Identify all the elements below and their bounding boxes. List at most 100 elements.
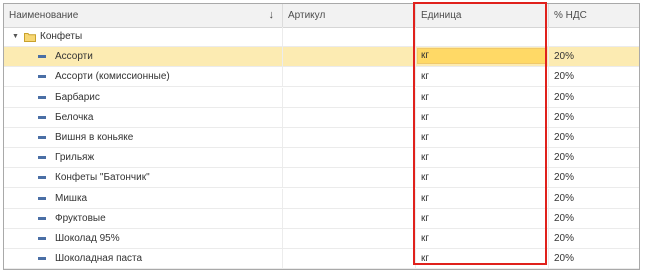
item-icon [38,115,46,119]
vat-value: 20% [554,192,575,204]
article-cell[interactable] [283,188,416,208]
column-header-article[interactable]: Артикул [283,4,416,27]
column-header-vat[interactable]: % НДС [549,4,639,27]
article-cell[interactable] [283,148,416,168]
group-article-cell [283,27,416,46]
item-name: Шоколадная паста [55,253,143,265]
article-cell[interactable] [283,249,416,269]
item-name: Ассорти [55,51,93,63]
table-row[interactable]: Мишка кг 20% [4,188,639,209]
table-row[interactable]: Шоколад 95% кг 20% [4,229,639,249]
article-cell[interactable] [283,107,416,127]
unit-cell[interactable]: кг [416,128,549,147]
item-icon [38,95,46,99]
column-header-unit-label: Единица [421,10,462,21]
unit-cell[interactable]: кг [416,67,549,87]
unit-value: кг [421,132,430,143]
unit-cell[interactable]: кг [416,229,549,248]
unit-cell[interactable]: кг [416,107,549,127]
vat-value: 20% [554,91,575,103]
name-cell[interactable]: Конфеты "Батончик" [4,168,283,188]
table-row[interactable]: Конфеты "Батончик" кг 20% [4,168,639,189]
item-icon [38,75,46,79]
column-header-name-label: Наименование [9,10,79,21]
vat-cell[interactable]: 20% [549,108,639,127]
item-icon [38,196,46,200]
group-label: Конфеты [40,31,83,42]
article-cell[interactable] [283,168,416,188]
active-unit-cell[interactable]: кг [417,48,546,65]
vat-cell[interactable]: 20% [549,168,639,187]
vat-cell[interactable]: 20% [549,128,639,147]
vat-value: 20% [554,132,575,143]
group-unit-cell [416,27,549,46]
vat-cell[interactable]: 20% [549,148,639,167]
table-row[interactable]: Ассорти кг 20% [4,47,639,68]
vat-value: 20% [554,152,575,164]
unit-value: кг [421,233,430,244]
table-row[interactable]: Вишня в коньяке кг 20% [4,128,639,148]
item-icon [38,55,46,59]
unit-cell[interactable]: кг [416,168,549,188]
table-row[interactable]: Ассорти (комиссионные) кг 20% [4,67,639,88]
unit-value: кг [421,111,430,123]
unit-value: кг [421,71,430,83]
name-cell[interactable]: Ассорти [4,47,283,67]
group-vat-cell [549,27,639,46]
table-header: Наименование ↓ Артикул Единица % НДС [4,4,639,28]
name-cell[interactable]: Барбарис [4,87,283,107]
unit-value: кг [421,253,430,265]
item-name: Грильяж [55,152,95,164]
unit-cell[interactable]: кг [416,249,549,269]
unit-cell[interactable]: кг [416,188,549,208]
column-header-article-label: Артикул [288,10,326,21]
vat-value: 20% [554,51,575,63]
name-cell[interactable]: Вишня в коньяке [4,128,283,147]
name-cell[interactable]: Грильяж [4,148,283,168]
vat-cell[interactable]: 20% [549,229,639,248]
vat-cell[interactable]: 20% [549,67,639,86]
vat-cell[interactable]: 20% [549,209,639,228]
name-cell[interactable]: Шоколад 95% [4,229,283,248]
name-cell[interactable]: Мишка [4,188,283,208]
article-cell[interactable] [283,208,416,228]
vat-cell[interactable]: 20% [549,249,639,268]
column-header-name[interactable]: Наименование ↓ [4,4,283,27]
item-name: Барбарис [55,91,100,103]
article-cell[interactable] [283,128,416,147]
item-name: Мишка [55,192,88,204]
vat-cell[interactable]: 20% [549,47,639,66]
table-row[interactable]: Шоколадная паста кг 20% [4,249,639,269]
article-cell[interactable] [283,47,416,67]
table-row[interactable]: Фруктовые кг 20% [4,208,639,229]
item-icon [38,156,46,160]
item-icon [38,237,46,240]
name-cell[interactable]: Фруктовые [4,208,283,228]
unit-cell[interactable]: кг [416,148,549,168]
name-cell[interactable]: Шоколадная паста [4,249,283,269]
article-cell[interactable] [283,67,416,87]
column-header-unit[interactable]: Единица [416,4,549,27]
table-row[interactable]: Белочка кг 20% [4,107,639,128]
item-name: Конфеты "Батончик" [55,172,150,184]
table-row[interactable]: Грильяж кг 20% [4,148,639,169]
unit-value: кг [421,152,430,164]
name-cell[interactable]: Белочка [4,107,283,127]
unit-value: кг [421,91,430,103]
expand-triangle-icon[interactable]: ▼ [12,27,19,46]
unit-cell[interactable]: кг [416,208,549,228]
unit-cell[interactable]: кг [416,87,549,107]
vat-cell[interactable]: 20% [549,88,639,107]
article-cell[interactable] [283,87,416,107]
group-row[interactable]: ▼ Конфеты [4,27,639,47]
sort-descending-icon[interactable]: ↓ [269,4,275,27]
unit-value: кг [421,172,430,184]
item-name: Шоколад 95% [55,233,120,244]
name-cell[interactable]: Ассорти (комиссионные) [4,67,283,87]
article-cell[interactable] [283,229,416,248]
vat-cell[interactable]: 20% [549,189,639,208]
unit-value: кг [421,192,430,204]
unit-value: кг [421,50,430,62]
table-row[interactable]: Барбарис кг 20% [4,87,639,108]
unit-cell[interactable]: кг [416,47,549,67]
